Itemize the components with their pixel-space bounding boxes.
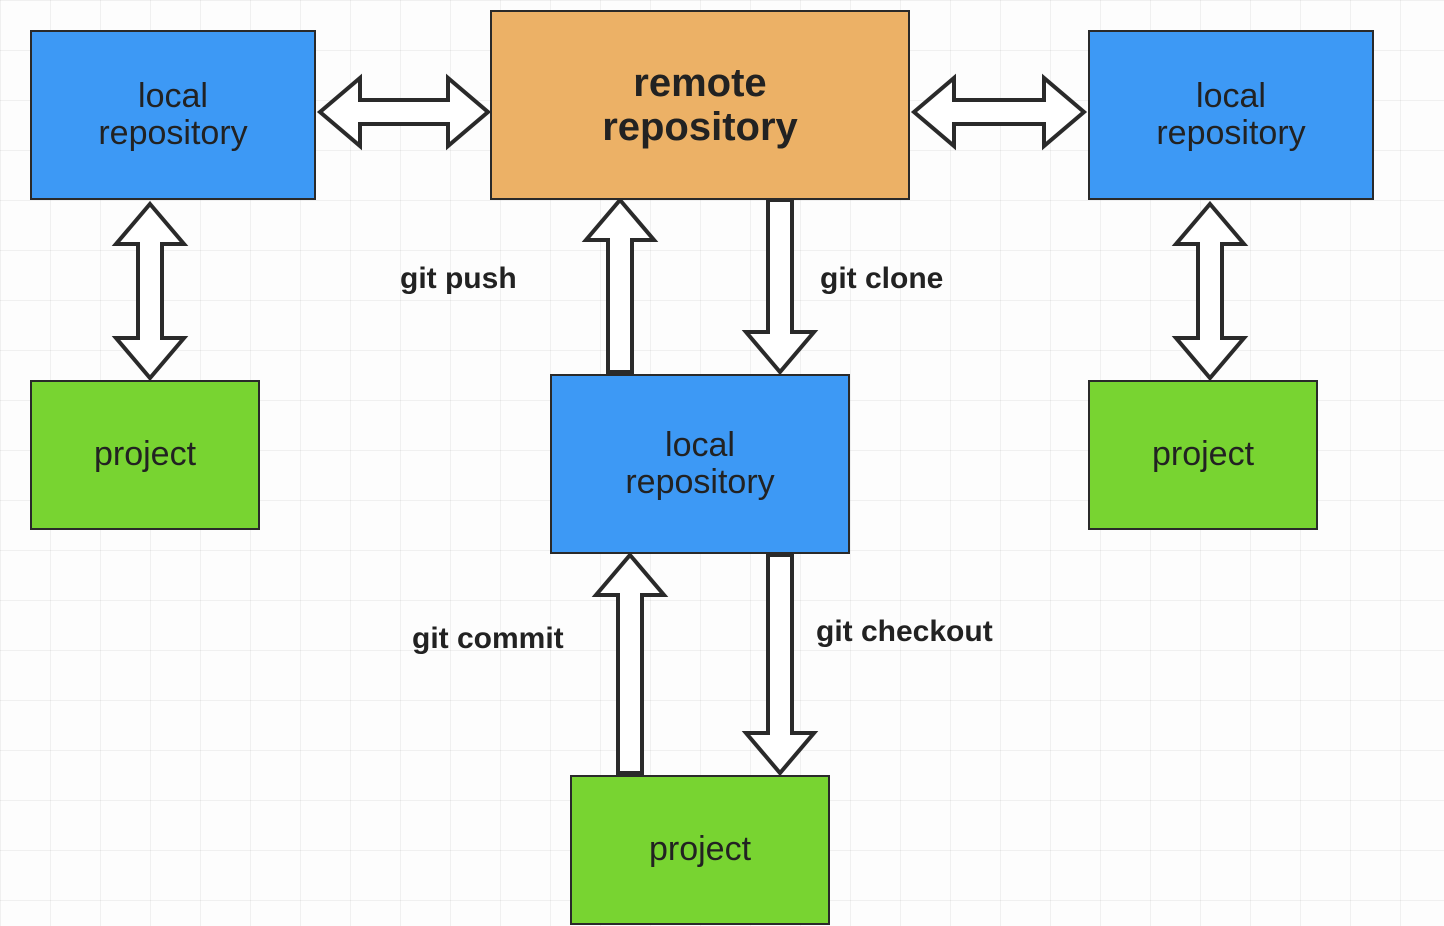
node-remote-repository-label: remoterepository xyxy=(602,61,798,149)
arrow-git-push xyxy=(586,200,654,372)
arrow-remote-local-right xyxy=(914,78,1084,146)
label-git-checkout: git checkout xyxy=(816,615,993,649)
label-git-push: git push xyxy=(400,262,517,296)
label-git-clone: git clone xyxy=(820,262,943,296)
node-project-center-label: project xyxy=(649,831,751,868)
diagram-canvas: remoterepository localrepository localre… xyxy=(0,0,1444,926)
node-project-left: project xyxy=(30,380,260,530)
arrow-local-left-project-left xyxy=(116,204,184,378)
node-local-repository-left-label: localrepository xyxy=(98,78,247,153)
node-project-right-label: project xyxy=(1152,436,1254,473)
node-local-repository-center-label: localrepository xyxy=(625,427,774,502)
arrow-local-right-project-right xyxy=(1176,204,1244,378)
arrow-git-commit xyxy=(596,555,664,773)
arrow-remote-local-left xyxy=(320,78,488,146)
arrow-git-checkout xyxy=(746,555,814,773)
node-project-right: project xyxy=(1088,380,1318,530)
node-local-repository-right-label: localrepository xyxy=(1156,78,1305,153)
node-local-repository-right: localrepository xyxy=(1088,30,1374,200)
node-remote-repository: remoterepository xyxy=(490,10,910,200)
node-local-repository-left: localrepository xyxy=(30,30,316,200)
arrow-git-clone xyxy=(746,200,814,372)
label-git-commit: git commit xyxy=(412,622,564,656)
node-local-repository-center: localrepository xyxy=(550,374,850,554)
node-project-left-label: project xyxy=(94,436,196,473)
node-project-center: project xyxy=(570,775,830,925)
